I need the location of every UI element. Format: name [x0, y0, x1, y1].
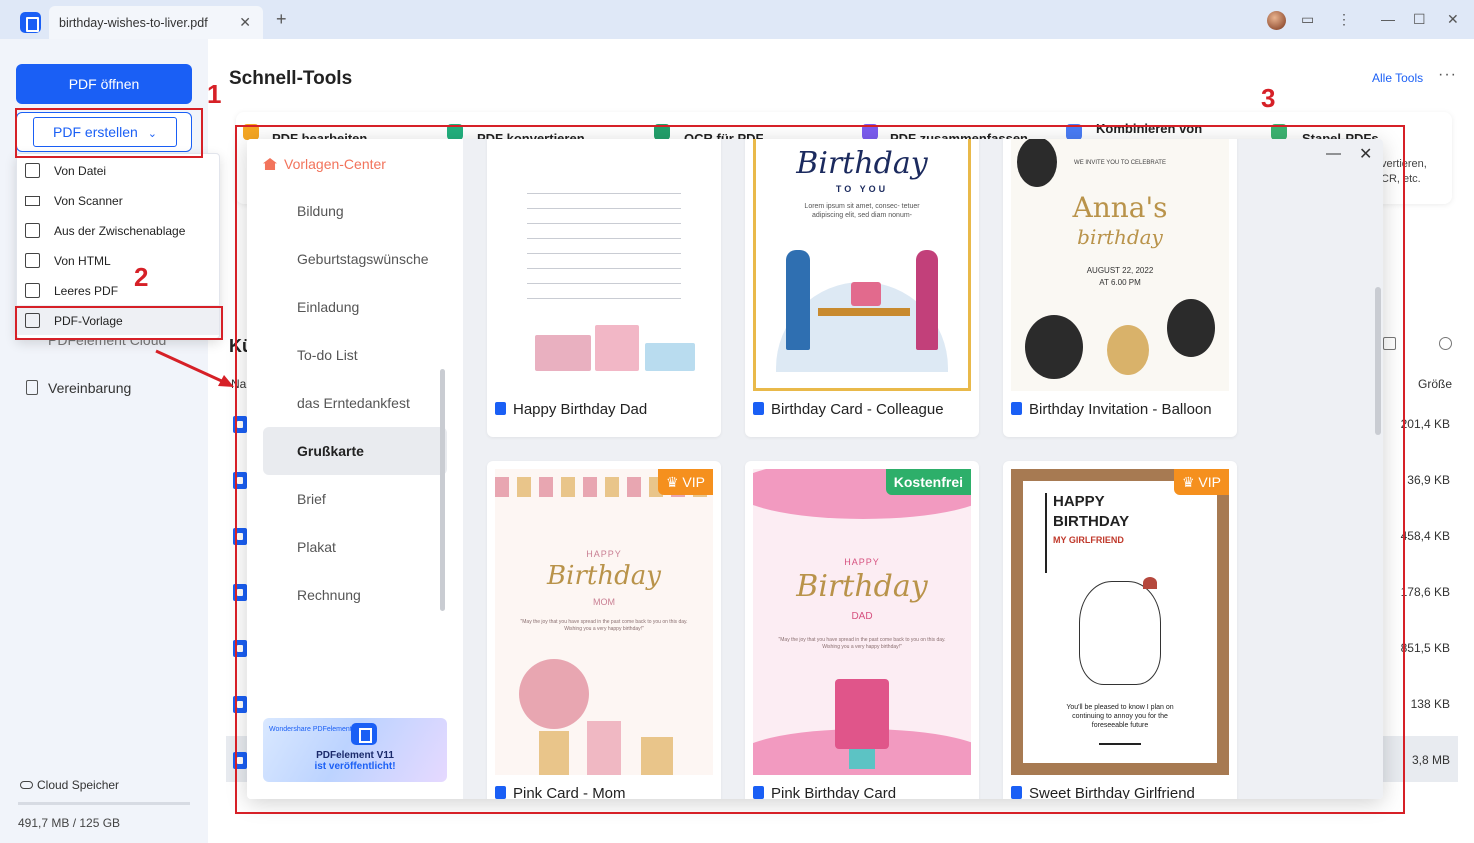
cloud-icon — [20, 781, 33, 789]
page-title: Schnell-Tools — [229, 68, 353, 89]
file-size: 3,8 MB — [1411, 753, 1450, 767]
menu-item-from-file[interactable]: Von Datei — [17, 155, 219, 185]
close-window-icon[interactable]: ✕ — [1447, 10, 1459, 28]
folder-icon — [25, 163, 40, 178]
scanner-icon — [25, 196, 40, 206]
minimize-icon[interactable]: — — [1381, 10, 1395, 28]
app-logo-icon — [20, 12, 41, 33]
refresh-icon[interactable] — [1439, 337, 1452, 350]
add-tab-icon[interactable]: + — [276, 10, 287, 28]
agreement-icon — [26, 380, 38, 395]
tab-close-icon[interactable]: ✕ — [239, 14, 251, 31]
menu-item-label: Von Scanner — [54, 194, 123, 208]
annotation-arrow-icon — [155, 349, 234, 387]
more-options-icon[interactable]: ⋮ — [1337, 10, 1351, 28]
menu-item-label: Von HTML — [54, 254, 111, 268]
document-tab[interactable]: birthday-wishes-to-liver.pdf ✕ — [49, 6, 263, 39]
annotation-number-2: 2 — [134, 262, 149, 292]
maximize-icon[interactable]: ☐ — [1413, 10, 1426, 28]
menu-item-label: Von Datei — [54, 164, 107, 178]
file-size: 851,5 KB — [1400, 641, 1450, 655]
file-size: 36,9 KB — [1407, 473, 1450, 487]
avatar[interactable] — [1267, 11, 1286, 30]
blank-page-icon — [25, 283, 40, 298]
html-file-icon — [25, 253, 40, 268]
cloud-storage-label[interactable]: Cloud Speicher — [20, 778, 119, 792]
menu-item-label: Aus der Zwischenablage — [54, 224, 186, 238]
storage-usage: 491,7 MB / 125 GB — [18, 816, 121, 830]
file-size: 201,4 KB — [1400, 417, 1450, 431]
file-size: 458,4 KB — [1400, 529, 1450, 543]
sidebar-item-agreement[interactable]: Vereinbarung — [48, 380, 131, 396]
clipboard-icon — [25, 223, 40, 238]
menu-item-from-clipboard[interactable]: Aus der Zwischenablage — [17, 215, 219, 245]
annotation-box-1 — [15, 108, 203, 158]
title-bar: birthday-wishes-to-liver.pdf ✕ + ▭ ⋮ — ☐… — [0, 0, 1474, 39]
storage-bar — [18, 802, 190, 805]
menu-item-label: Leeres PDF — [54, 284, 119, 298]
file-size: 138 KB — [1410, 697, 1450, 711]
annotation-number-1: 1 — [207, 79, 222, 109]
open-pdf-button[interactable]: PDF öffnen — [16, 64, 192, 104]
annotation-box-3 — [235, 125, 1405, 814]
tab-title: birthday-wishes-to-liver.pdf — [59, 16, 208, 30]
more-icon[interactable]: ··· — [1438, 66, 1457, 84]
feedback-icon[interactable]: ▭ — [1301, 10, 1314, 28]
cloud-storage-text: Cloud Speicher — [37, 778, 120, 792]
menu-item-blank-pdf[interactable]: Leeres PDF — [17, 275, 219, 305]
annotation-number-3: 3 — [1261, 83, 1276, 113]
menu-item-from-scanner[interactable]: Von Scanner — [17, 185, 219, 215]
annotation-box-2 — [15, 306, 223, 340]
column-size-header[interactable]: Größe — [1418, 377, 1452, 391]
file-size: 178,6 KB — [1400, 585, 1450, 599]
menu-item-from-html[interactable]: Von HTML — [17, 245, 219, 275]
all-tools-link[interactable]: Alle Tools — [1372, 71, 1423, 85]
